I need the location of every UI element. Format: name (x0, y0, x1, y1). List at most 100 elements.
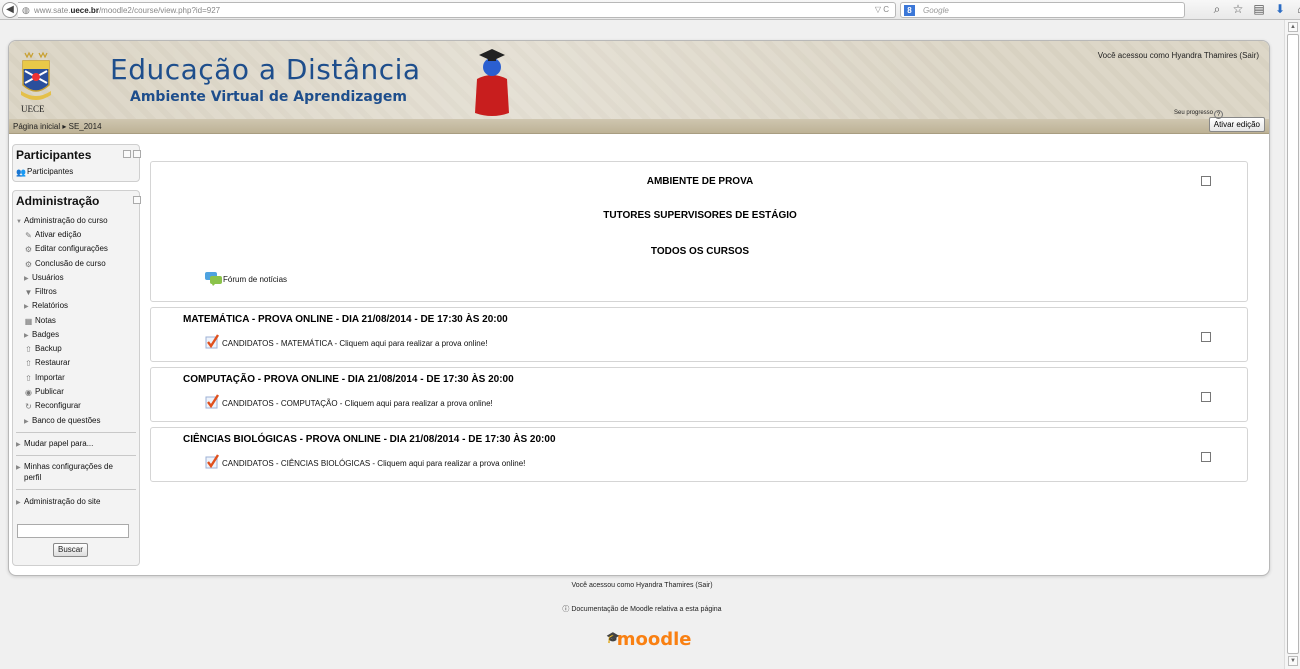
sidebar-item-profile-settings[interactable]: ▶ Minhas configurações de (16, 462, 113, 471)
collapsed-arrow-icon: ▶ (16, 500, 21, 506)
dock-block-icon[interactable] (133, 150, 141, 158)
vertical-scrollbar[interactable]: ▲ ▼ (1284, 20, 1300, 669)
backup-icon: ⇧ (25, 345, 32, 354)
sidebar-item-course-admin[interactable]: ▼ Administração do curso (16, 216, 108, 225)
gear-icon: ⚙ (24, 260, 33, 269)
reload-icon[interactable]: ▽ C (875, 5, 889, 14)
browser-search-input[interactable]: 8 Google (900, 2, 1185, 18)
google-icon[interactable]: 8 (904, 5, 915, 16)
bookmarks-list-icon[interactable]: ▤ (1252, 2, 1266, 17)
scroll-up-icon[interactable]: ▲ (1288, 22, 1298, 32)
turn-editing-on-button[interactable]: Ativar edição (1208, 117, 1265, 132)
scroll-thumb[interactable] (1287, 34, 1299, 654)
sidebar-item-reset[interactable]: ↻ Reconfigurar (24, 401, 81, 411)
reset-icon: ↻ (25, 402, 32, 411)
navbar: Página inicial ▸ SE_2014 Ativar edição (9, 117, 1269, 134)
url-text: www.sate.uece.br/moodle2/course/view.php… (34, 6, 221, 15)
help-icon[interactable]: ? (1214, 110, 1224, 119)
block-header: Participantes (13, 145, 141, 163)
divider (16, 489, 136, 490)
quiz-label[interactable]: CANDIDATOS - CIÊNCIAS BIOLÓGICAS - Cliqu… (222, 459, 525, 468)
quiz-link[interactable]: CANDIDATOS - COMPUTAÇÃO - Cliquem aqui p… (205, 394, 493, 409)
forum-icon (205, 272, 222, 286)
back-arrow-icon[interactable]: ◀ (2, 2, 18, 18)
sidebar-item-reports[interactable]: ▶ Relatórios (24, 301, 68, 310)
sidebar-item-participants[interactable]: 👥Participantes (16, 167, 73, 177)
forum-news-link[interactable]: Fórum de notícias (205, 272, 287, 286)
quiz-link[interactable]: CANDIDATOS - MATEMÁTICA - Cliquem aqui p… (205, 334, 487, 349)
section-general: AMBIENTE DE PROVA TUTORES SUPERVISORES D… (150, 161, 1248, 302)
hide-block-icon[interactable] (133, 196, 141, 204)
uece-logo-text: UECE (21, 104, 45, 114)
browser-icons: ⌕ ☆ ▤ ⬇ ⌂ S ≡ (1210, 2, 1300, 17)
section-title: COMPUTAÇÃO - PROVA ONLINE - DIA 21/08/20… (183, 374, 514, 385)
sidebar-item-publish[interactable]: ◉ Publicar (24, 387, 64, 397)
graduation-mascot-icon (475, 49, 509, 116)
quiz-icon (205, 454, 220, 469)
breadcrumb[interactable]: Página inicial ▸ SE_2014 (13, 122, 102, 131)
grades-table-icon: ▦ (24, 317, 33, 326)
search-button[interactable]: Buscar (53, 543, 88, 557)
site-title[interactable]: Educação a Distância (110, 53, 421, 86)
download-icon[interactable]: ⬇ (1273, 2, 1287, 17)
collapsed-arrow-icon: ▶ (24, 333, 29, 339)
completion-checkbox[interactable] (1201, 392, 1211, 402)
sidebar-item-import[interactable]: ⇧ Importar (24, 373, 65, 383)
section-mathematics: MATEMÁTICA - PROVA ONLINE - DIA 21/08/20… (150, 307, 1248, 362)
quiz-label[interactable]: CANDIDATOS - COMPUTAÇÃO - Cliquem aqui p… (222, 399, 493, 408)
completion-checkbox[interactable] (1201, 332, 1211, 342)
administration-block: Administração ▼ Administração do curso ✎ A… (12, 190, 141, 566)
footer-login-info[interactable]: Você acessou como Hyandra Thamires (Sair… (0, 582, 1284, 589)
sidebar-item-question-bank[interactable]: ▶ Banco de questões (24, 416, 101, 425)
filter-icon: ▼ (24, 288, 33, 297)
sidebar-item-edit-settings[interactable]: ⚙ Editar configurações (24, 244, 108, 254)
admin-search-input[interactable] (17, 524, 129, 538)
hide-block-icon[interactable] (123, 150, 131, 158)
collapsed-arrow-icon: ▶ (24, 276, 29, 282)
section-computing: COMPUTAÇÃO - PROVA ONLINE - DIA 21/08/20… (150, 367, 1248, 422)
site-header: UECE Educação a Distância Ambiente Virtu… (9, 41, 1269, 119)
sidebar-item-course-completion[interactable]: ⚙ Conclusão de curso (24, 259, 106, 269)
quiz-icon (205, 394, 220, 409)
search-icon[interactable]: ⌕ (1210, 2, 1224, 17)
completion-checkbox[interactable] (1201, 176, 1211, 186)
sidebar-item-switch-role[interactable]: ▶ Mudar papel para... (16, 439, 93, 448)
sidebar-item-site-admin[interactable]: ▶ Administração do site (16, 497, 100, 506)
footer-docs-link[interactable]: ⓘ Documentação de Moodle relativa a esta… (0, 604, 1284, 614)
collapsed-arrow-icon: ▶ (16, 442, 21, 448)
forum-news-label[interactable]: Fórum de notícias (223, 275, 287, 284)
sidebar-item-profile-settings-line2[interactable]: perfil (24, 473, 41, 482)
restore-icon: ⇧ (25, 359, 32, 368)
graduation-cap-icon: 🎓 (606, 631, 620, 644)
home-icon[interactable]: ⌂ (1294, 2, 1300, 17)
quiz-icon (205, 334, 220, 349)
sidebar-item-turn-editing-on[interactable]: ✎ Ativar edição (24, 230, 81, 240)
scroll-down-icon[interactable]: ▼ (1288, 656, 1298, 666)
login-info[interactable]: Você acessou como Hyandra Thamires (Sair… (1098, 51, 1259, 60)
sidebar-item-restore[interactable]: ⇧ Restaurar (24, 358, 70, 368)
site-subtitle: Ambiente Virtual de Aprendizagem (130, 89, 407, 105)
publish-icon: ◉ (25, 388, 32, 397)
section-title: MATEMÁTICA - PROVA ONLINE - DIA 21/08/20… (183, 314, 508, 325)
progress-label: Seu progresso? (1174, 110, 1224, 119)
completion-checkbox[interactable] (1201, 452, 1211, 462)
users-icon: 👥 (16, 168, 26, 177)
address-bar[interactable]: ◍ www.sate.uece.br/moodle2/course/view.p… (18, 2, 896, 18)
sidebar-item-badges[interactable]: ▶ Badges (24, 330, 59, 339)
sidebar-item-filters[interactable]: ▼ Filtros (24, 287, 57, 297)
bookmark-star-icon[interactable]: ☆ (1231, 2, 1245, 17)
quiz-label[interactable]: CANDIDATOS - MATEMÁTICA - Cliquem aqui p… (222, 339, 487, 348)
block-header: Administração (13, 191, 141, 209)
sidebar-item-backup[interactable]: ⇧ Backup (24, 344, 62, 354)
sidebar-item-grades[interactable]: ▦ Notas (24, 316, 56, 326)
divider (16, 455, 136, 456)
participants-block: Participantes 👥Participantes (12, 144, 141, 182)
moodle-logo[interactable]: 🎓moodle (606, 629, 691, 650)
gear-icon: ⚙ (24, 245, 33, 254)
quiz-link[interactable]: CANDIDATOS - CIÊNCIAS BIOLÓGICAS - Cliqu… (205, 454, 525, 469)
expanded-arrow-icon: ▼ (16, 219, 22, 225)
pencil-icon: ✎ (25, 231, 32, 240)
sidebar-item-users[interactable]: ▶ Usuários (24, 273, 64, 282)
section-title: CIÊNCIAS BIOLÓGICAS - PROVA ONLINE - DIA… (183, 434, 556, 445)
divider (16, 432, 136, 433)
